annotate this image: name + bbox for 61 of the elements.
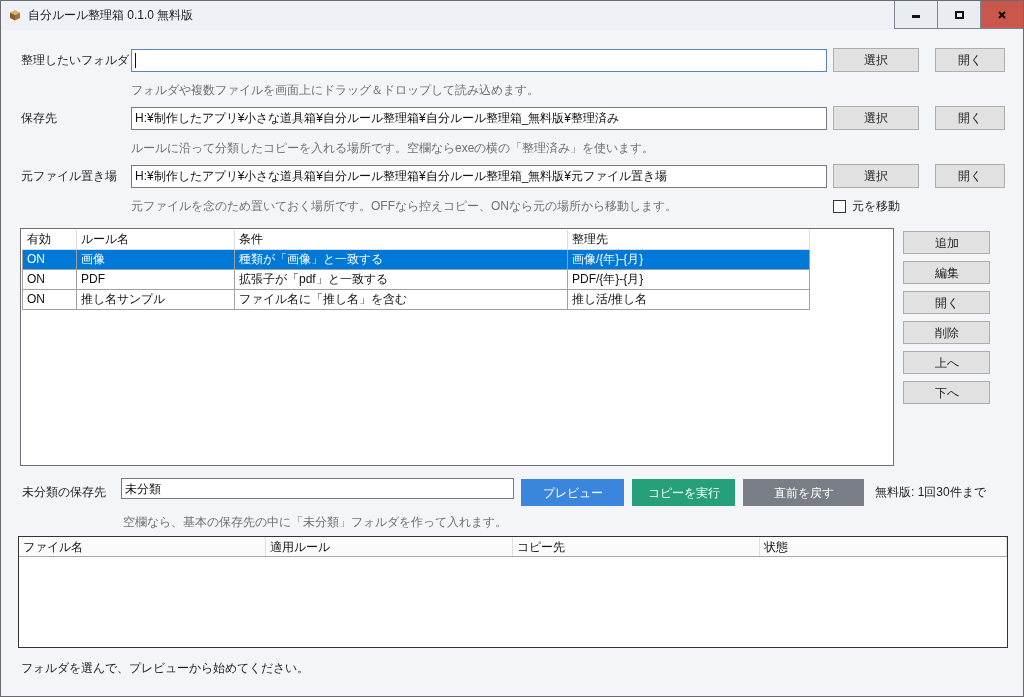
folder-name-field[interactable]: 未分類 <box>121 478 514 499</box>
table-row[interactable]: ON 推し名サンプル ファイル名に「推し名」を含む 推し活/推し名 <box>22 289 810 309</box>
hint-text: ルールに沿って分類したコピーを入れる場所です。空欄ならexeの横の「整理済み」を使います。 <box>131 141 656 155</box>
table-cell: ON <box>22 269 77 289</box>
rule-button[interactable]: 追加 <box>903 231 990 254</box>
dialog-button[interactable]: 開く <box>935 48 1005 72</box>
action-button[interactable]: プレビュー <box>521 479 624 506</box>
column-header[interactable]: コピー先 <box>513 537 760 556</box>
hint-text: フォルダや複数ファイルを画面上にドラッグ＆ドロップして読み込めます。 <box>131 83 540 97</box>
dialog-button[interactable]: 開く <box>935 106 1005 130</box>
maximize-button[interactable] <box>937 1 980 29</box>
box-icon <box>9 9 21 21</box>
hint-text: 元ファイルを念のため置いておく場所です。OFFなら控えコピー、ONなら元の場所から移動します。 <box>131 199 678 213</box>
table-cell: 種類が「画像」と一致する <box>234 249 568 269</box>
column-header[interactable]: 整理先 <box>567 230 810 249</box>
column-header[interactable]: 状態 <box>760 537 1007 556</box>
path-field[interactable] <box>131 48 827 72</box>
column-header[interactable]: ファイル名 <box>19 537 266 556</box>
table-cell: PDF <box>76 269 235 289</box>
table-cell: ON <box>22 289 77 309</box>
table-cell: 画像/{年}-{月} <box>567 249 810 269</box>
path-field[interactable]: H:¥制作したアプリ¥小さな道具箱¥自分ルール整理箱¥自分ルール整理箱_無料版¥元ファイル置き場 <box>131 164 827 188</box>
rule-button[interactable]: 開く <box>903 291 990 314</box>
table-row[interactable]: ON PDF 拡張子が「pdf」と一致する PDF/{年}-{月} <box>22 269 810 289</box>
field-label: 元ファイル置き場 <box>21 169 118 183</box>
limit-note: 無料版: 1回30件まで <box>875 485 986 499</box>
table-cell: ON <box>22 249 77 269</box>
field-label: 整理したいフォルダ <box>21 53 130 67</box>
checkbox[interactable] <box>833 199 846 213</box>
field-label: 保存先 <box>21 111 58 125</box>
action-button[interactable]: 直前を戻す <box>743 479 864 506</box>
column-header[interactable]: 条件 <box>234 230 568 249</box>
table-row[interactable]: ON 画像 種類が「画像」と一致する 画像/{年}-{月} <box>22 249 810 269</box>
table-cell: PDF/{年}-{月} <box>567 269 810 289</box>
checkbox-label: 元を移動 <box>852 199 900 213</box>
window-title: 自分ルール整理箱 0.1.0 無料版 <box>28 8 194 22</box>
hint-text: 空欄なら、基本の保存先の中に「未分類」フォルダを作って入れます。 <box>123 515 507 529</box>
minimize-icon <box>912 15 920 18</box>
dialog-button[interactable]: 開く <box>935 164 1005 188</box>
table-cell: 推し活/推し名 <box>567 289 810 309</box>
rule-button[interactable]: 上へ <box>903 351 990 374</box>
status-text: フォルダを選んで、プレビューから始めてください。 <box>21 661 309 675</box>
table-cell: 拡張子が「pdf」と一致する <box>234 269 568 289</box>
path-field[interactable]: H:¥制作したアプリ¥小さな道具箱¥自分ルール整理箱¥自分ルール整理箱_無料版¥整理済み <box>131 106 827 130</box>
rule-button[interactable]: 編集 <box>903 261 990 284</box>
field-label: 未分類の保存先 <box>22 485 107 499</box>
close-button[interactable] <box>980 1 1023 29</box>
table-cell: 画像 <box>76 249 235 269</box>
table-cell: ファイル名に「推し名」を含む <box>234 289 568 309</box>
column-header[interactable]: 適用ルール <box>266 537 513 556</box>
dialog-button[interactable]: 選択 <box>833 164 919 188</box>
dialog-button[interactable]: 選択 <box>833 48 919 72</box>
rule-button[interactable]: 削除 <box>903 321 990 344</box>
rule-button[interactable]: 下へ <box>903 381 990 404</box>
text-cursor-icon <box>135 52 136 68</box>
column-header[interactable]: 有効 <box>22 230 77 249</box>
maximize-icon <box>954 10 964 19</box>
dialog-button[interactable]: 選択 <box>833 106 919 130</box>
close-icon <box>998 10 1006 19</box>
column-header[interactable]: ルール名 <box>76 230 235 249</box>
table-cell: 推し名サンプル <box>76 289 235 309</box>
